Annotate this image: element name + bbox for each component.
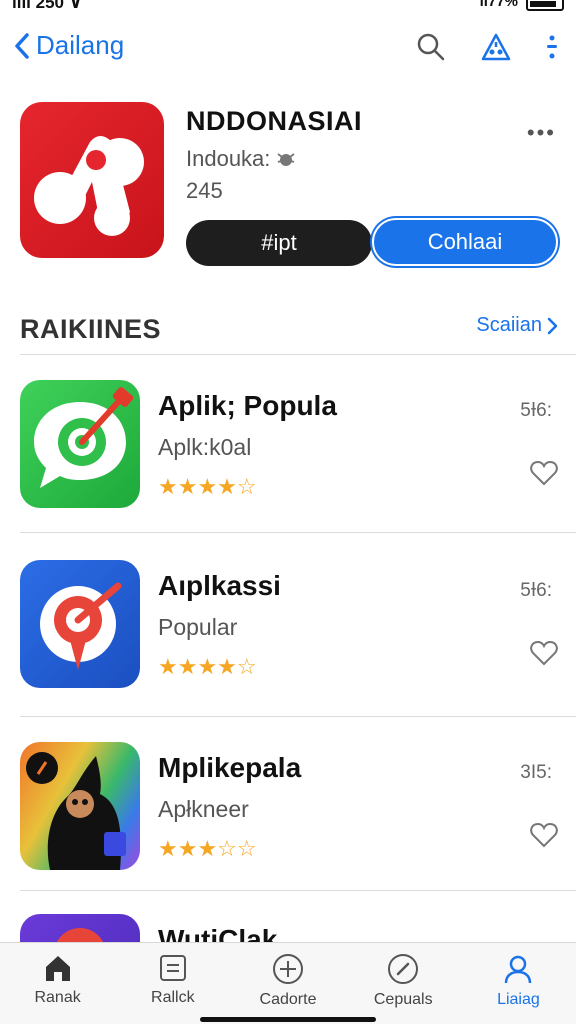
chevron-left-icon [15,32,29,59]
nav-actions [416,32,558,67]
tab-search[interactable]: Cepuals [346,943,461,1024]
app-subtitle: Apłkneer [158,796,249,822]
document-icon [159,955,186,981]
person-icon [505,955,532,984]
game-app-icon [20,742,140,870]
back-button[interactable]: Dailang [14,30,124,61]
list-item[interactable]: Mplikepala Apłkneer ★★★☆☆ 3I5: [20,742,560,882]
app-subtitle-group: Indouka: [186,146,296,172]
tab-list[interactable]: Rallck [115,943,230,1024]
status-battery-group: ıl77% [479,0,564,11]
app-title: Mplikepala [158,752,302,783]
battery-icon [526,0,564,11]
more-horizontal-icon[interactable]: ••• [527,120,556,146]
tab-profile[interactable]: Liaiag [461,943,576,1024]
more-vertical-icon[interactable] [546,32,558,67]
star-rating: ★★★★☆ [158,474,257,499]
app-title: Aıplkassi [158,570,281,601]
app-meta: 5Ɨ6: [520,400,552,421]
home-indicator [200,1017,376,1022]
location-app-icon [20,560,140,688]
tab-label: Cepuals [373,991,433,1008]
nav-bar: Dailang [0,28,576,72]
app-subtitle: Indouka: [186,146,271,171]
list-item[interactable]: Aplik; Popula Aplk:k0al ★★★★☆ 5Ɨ6: [20,380,560,520]
tab-label: Ranak [34,989,81,1006]
tab-label: Cadorte [259,991,317,1008]
chat-app-icon [20,380,140,508]
divider [20,716,576,717]
app-meta: 3I5: [520,762,552,783]
back-label: Dailang [36,30,125,60]
list-item[interactable]: Aıplkassi Popular ★★★★☆ 5Ɨ6: [20,560,560,700]
heart-icon[interactable] [530,640,558,666]
app-logo-icon [20,102,164,258]
app-subtitle: Popular [158,614,238,640]
search-circle-icon [388,954,419,984]
status-time: ılıı 250 ∨ [12,0,83,12]
section-title: RAIKIINES [20,314,162,344]
heart-icon[interactable] [530,822,558,848]
tab-label: Rallck [151,989,195,1006]
share-icon[interactable] [480,32,512,67]
star-rating: ★★★☆☆ [158,836,257,861]
secondary-action-button[interactable]: Cohlaai [372,218,558,266]
search-icon[interactable] [416,32,446,67]
bug-icon [277,153,295,166]
divider [20,890,576,891]
primary-action-button[interactable]: #ipt [186,220,372,266]
tab-label: Liaiag [497,991,540,1008]
status-bar: ılıı 250 ∨ ıl77% [0,0,576,12]
plus-circle-icon [273,954,303,984]
app-header: NDDONASIAI Indouka: 245 ••• #ipt Cohlaai [20,100,560,270]
app-title: Aplik; Popula [158,390,337,421]
heart-icon[interactable] [530,460,558,486]
star-rating: ★★★★☆ [158,654,257,679]
tab-home[interactable]: Ranak [0,943,115,1024]
tab-add[interactable]: Cadorte [230,943,345,1024]
see-all-label: Scaiian [476,314,542,336]
chevron-right-icon [547,317,558,334]
app-meta: 5Ɨ6: [520,580,552,601]
section-header: RAIKIINES Scaiian [20,310,560,350]
app-title: NDDONASIAI [186,106,363,136]
see-all-link[interactable]: Scaiian [476,314,558,337]
app-count: 245 [186,178,223,203]
divider [20,532,576,533]
divider [20,354,576,355]
battery-label: ıl77% [479,0,518,10]
tab-bar: Ranak Rallck Cadorte Cepuals Liaiag [0,942,576,1024]
home-icon [45,956,70,981]
app-subtitle: Aplk:k0al [158,434,252,460]
